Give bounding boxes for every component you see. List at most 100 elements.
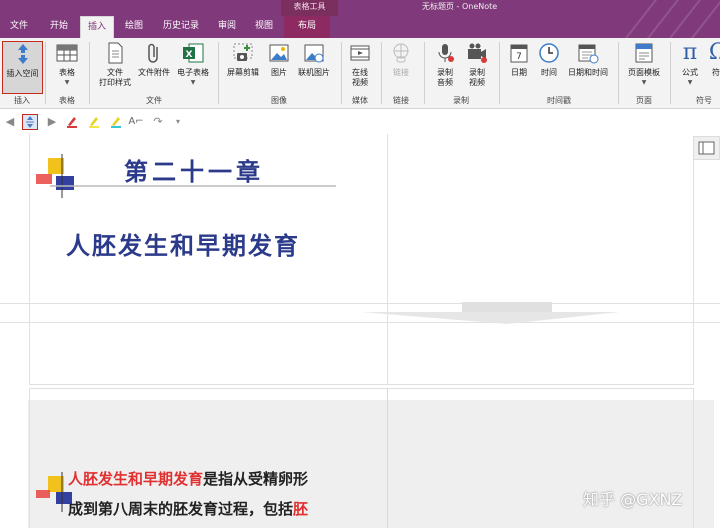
omega-icon: Ω — [708, 40, 720, 65]
screen-clipping-icon — [231, 41, 255, 65]
equation-button[interactable]: π 公式 ▼ — [676, 41, 704, 88]
window-title: 无标题页 - OneNote — [422, 2, 498, 11]
back-icon[interactable]: ◀ — [2, 114, 18, 130]
spreadsheet-label: 电子表格 — [177, 68, 209, 77]
body-text-line-1: 人胚发生和早期发育是指从受精卵形 — [68, 468, 308, 489]
group-label-timestamp: 时间戳 — [547, 96, 571, 105]
tab-history[interactable]: 历史记录 — [154, 16, 208, 38]
record-audio-button[interactable]: 录制 音频 — [430, 41, 460, 88]
online-video-label: 在线 视频 — [352, 68, 368, 87]
tab-layout[interactable]: 布局 — [284, 16, 330, 38]
insert-space-tool-icon[interactable] — [22, 114, 38, 130]
pen-red-icon[interactable] — [64, 114, 80, 130]
spreadsheet-button[interactable]: X 电子表格 ▼ — [174, 41, 212, 88]
time-label: 时间 — [541, 68, 557, 77]
group-label-symbols: 符号 — [696, 96, 712, 105]
calendar-icon: 7 — [507, 41, 531, 65]
tab-draw[interactable]: 绘图 — [114, 16, 154, 38]
link-button[interactable]: 链接 — [386, 41, 416, 78]
pi-icon: π — [682, 40, 698, 65]
group-label-tables: 表格 — [59, 96, 75, 105]
ribbon: 插入空间 插入 表格 ▼ 表格 文件 打印样式 文件附件 X 电子表格 ▼ 文件… — [0, 38, 720, 109]
onenote-window: 表格工具 无标题页 - OneNote 文件 开始 插入 绘图 历史记录 审阅 … — [0, 0, 720, 528]
group-label-recording: 录制 — [453, 96, 469, 105]
table-border — [387, 388, 388, 528]
highlighter-cyan-icon[interactable] — [108, 114, 124, 130]
chevron-down-icon: ▼ — [190, 79, 196, 86]
online-picture-label: 联机图片 — [298, 68, 330, 77]
picture-button[interactable]: 图片 — [264, 41, 294, 78]
highlight-text: 胚 — [293, 500, 309, 518]
file-attachment-label: 文件附件 — [138, 68, 170, 77]
customize-dropdown-icon[interactable]: ▾ — [170, 114, 186, 130]
clock-icon — [537, 41, 561, 65]
table-border — [693, 388, 694, 528]
table-border — [29, 384, 694, 385]
insert-space-indicator — [362, 302, 620, 324]
tab-view[interactable]: 视图 — [246, 16, 282, 38]
svg-text:X: X — [186, 50, 193, 60]
watermark: 知乎 @GXNZ — [583, 490, 683, 509]
picture-icon — [267, 41, 291, 65]
tab-insert[interactable]: 插入 — [80, 16, 114, 38]
record-video-label: 录制 视频 — [469, 68, 485, 87]
insert-space-button[interactable]: 插入空间 — [2, 41, 43, 94]
calendar-clock-icon — [576, 41, 600, 65]
online-picture-button[interactable]: 联机图片 — [294, 41, 334, 78]
table-border — [29, 388, 30, 528]
body-text: 成到第八周末的胚发育过程，包括 — [68, 500, 294, 518]
symbol-label: 符 — [712, 68, 720, 77]
tab-home[interactable]: 开始 — [38, 16, 80, 38]
chevron-down-icon: ▼ — [641, 79, 647, 86]
symbol-button[interactable]: Ω 符 — [706, 41, 720, 78]
main-title: 人胚发生和早期发育 — [66, 231, 300, 260]
date-time-button[interactable]: 日期和时间 — [564, 41, 612, 78]
online-picture-icon — [302, 41, 326, 65]
table-button[interactable]: 表格 ▼ — [50, 41, 84, 88]
record-audio-label: 录制 音频 — [437, 68, 453, 87]
file-printout-button[interactable]: 文件 打印样式 — [94, 41, 136, 88]
record-video-button[interactable]: 录制 视频 — [462, 41, 492, 88]
table-border — [29, 134, 30, 385]
forward-icon[interactable]: ▶ — [44, 114, 60, 130]
screen-clipping-button[interactable]: 屏幕剪辑 — [222, 41, 264, 78]
excel-icon: X — [181, 41, 205, 65]
picture-label: 图片 — [271, 68, 287, 77]
highlight-text: 人胚发生和早期发育 — [68, 470, 204, 488]
link-label: 链接 — [393, 68, 409, 77]
group-label-links: 链接 — [393, 96, 409, 105]
online-video-button[interactable]: 在线 视频 — [346, 41, 374, 88]
svg-text:7: 7 — [516, 52, 522, 62]
table-icon — [55, 41, 79, 65]
link-icon — [389, 41, 413, 65]
group-label-media: 媒体 — [352, 96, 368, 105]
tab-review[interactable]: 审阅 — [208, 16, 246, 38]
chevron-down-icon: ▼ — [687, 79, 693, 86]
microphone-icon — [433, 41, 457, 65]
group-label-files: 文件 — [146, 96, 162, 105]
table-border — [387, 134, 388, 385]
page-side-toggle[interactable] — [693, 136, 720, 160]
online-video-icon — [348, 41, 372, 65]
screen-clipping-label: 屏幕剪辑 — [227, 68, 259, 77]
chevron-down-icon: ▼ — [64, 79, 70, 86]
format-painter-icon[interactable]: A⌐ — [128, 114, 144, 130]
group-label-pages: 页面 — [636, 96, 652, 105]
table-border — [29, 388, 694, 389]
insert-space-icon — [11, 42, 35, 66]
body-text: 是指从受精卵形 — [203, 470, 309, 488]
time-button[interactable]: 时间 — [536, 41, 562, 78]
group-label-images: 图像 — [271, 96, 287, 105]
redo-icon[interactable]: ↷ — [150, 114, 166, 130]
highlighter-yellow-icon[interactable] — [86, 114, 102, 130]
table-tools-label: 表格工具 — [281, 0, 338, 16]
file-attachment-button[interactable]: 文件附件 — [135, 41, 173, 78]
quick-toolbar: ◀ ▶ A⌐ ↷ ▾ — [0, 110, 720, 134]
date-button[interactable]: 7 日期 — [506, 41, 532, 78]
date-time-label: 日期和时间 — [568, 68, 608, 77]
file-printout-icon — [103, 41, 127, 65]
page-templates-button[interactable]: 页面模板 ▼ — [623, 41, 665, 88]
table-label: 表格 — [59, 68, 75, 77]
equation-label: 公式 — [682, 68, 698, 77]
tab-file[interactable]: 文件 — [0, 16, 38, 38]
